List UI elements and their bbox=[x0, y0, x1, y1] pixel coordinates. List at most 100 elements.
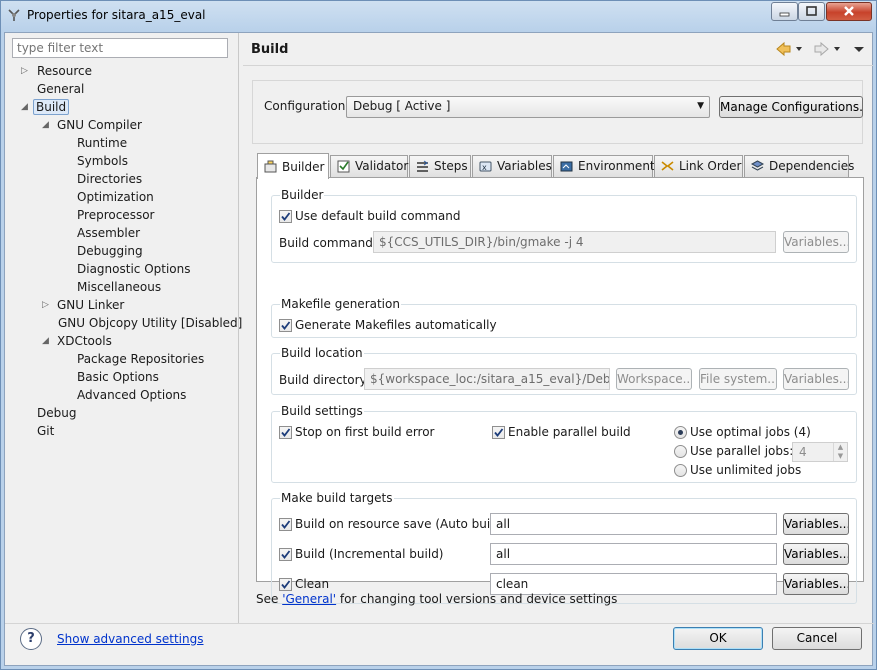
forward-arrow-icon[interactable] bbox=[813, 41, 843, 57]
view-menu-icon[interactable] bbox=[851, 41, 867, 57]
tree-item-advanced-options[interactable]: Advanced Options bbox=[75, 386, 188, 404]
parallel-jobs-spinner[interactable]: 4 ▲ ▼ bbox=[792, 442, 848, 462]
stop-on-first-error-checkbox[interactable] bbox=[279, 426, 292, 439]
show-advanced-settings-link[interactable]: Show advanced settings bbox=[57, 632, 204, 646]
tab-builder[interactable]: Builder bbox=[257, 153, 329, 179]
builder-panel: Builder Use default build command Build … bbox=[256, 177, 864, 604]
configuration-combo[interactable]: Debug [ Active ] ▼ bbox=[346, 96, 710, 118]
properties-window: Properties for sitara_a15_eval ▷Resource… bbox=[0, 0, 877, 670]
tree-item-general[interactable]: General bbox=[35, 80, 86, 98]
build-settings-group: Build settings Stop on first build error… bbox=[271, 404, 857, 483]
back-arrow-icon[interactable] bbox=[775, 41, 805, 57]
pane-splitter[interactable] bbox=[238, 33, 242, 623]
tree-item-directories[interactable]: Directories bbox=[75, 170, 144, 188]
general-link[interactable]: 'General' bbox=[282, 592, 336, 606]
tree-item-diagnostic-options[interactable]: Diagnostic Options bbox=[75, 260, 193, 278]
expand-arrow-icon[interactable]: ▷ bbox=[21, 62, 31, 80]
collapse-arrow-icon[interactable]: ◢ bbox=[21, 98, 31, 116]
auto-build-checkbox[interactable] bbox=[279, 518, 292, 531]
use-parallel-jobs-radio[interactable] bbox=[674, 445, 687, 458]
close-icon bbox=[844, 6, 854, 16]
file-system-button[interactable]: File system... bbox=[699, 368, 777, 390]
tree-item-build[interactable]: ◢ Build bbox=[21, 98, 70, 116]
tree-item-debugging[interactable]: Debugging bbox=[75, 242, 145, 260]
title-bar[interactable]: Properties for sitara_a15_eval bbox=[1, 1, 876, 31]
use-default-label: Use default build command bbox=[295, 209, 461, 223]
make-build-targets-group: Make build targets Build on resource sav… bbox=[271, 491, 857, 604]
tree-item-preprocessor[interactable]: Preprocessor bbox=[75, 206, 156, 224]
tab-variables[interactable]: x Variables bbox=[472, 155, 552, 177]
tree-item-basic-options[interactable]: Basic Options bbox=[75, 368, 161, 386]
group-title: Build settings bbox=[280, 404, 364, 418]
minimize-button[interactable] bbox=[771, 2, 798, 21]
header-separator bbox=[243, 65, 873, 66]
build-command-field[interactable]: ${CCS_UTILS_DIR}/bin/gmake -j 4 bbox=[373, 231, 776, 253]
validator-icon bbox=[337, 160, 350, 173]
variables-icon: x bbox=[479, 161, 492, 172]
generate-makefiles-checkbox[interactable] bbox=[279, 319, 292, 332]
footer-separator bbox=[5, 623, 874, 624]
use-unlimited-jobs-radio[interactable] bbox=[674, 464, 687, 477]
incremental-build-variables-button[interactable]: Variables... bbox=[783, 543, 849, 565]
filter-input[interactable] bbox=[12, 38, 228, 58]
tree-item-miscellaneous[interactable]: Miscellaneous bbox=[75, 278, 163, 296]
minimize-icon bbox=[779, 12, 790, 17]
tree-item-resource[interactable]: ▷ Resource bbox=[21, 62, 94, 80]
auto-build-variables-button[interactable]: Variables... bbox=[783, 513, 849, 535]
tab-environment[interactable]: Environment bbox=[553, 155, 655, 177]
stop-on-first-error-label: Stop on first build error bbox=[295, 425, 435, 439]
use-default-build-command-checkbox[interactable] bbox=[279, 210, 292, 223]
group-title: Build location bbox=[280, 346, 364, 360]
build-page: Build Configuration: Debug [ Active ] ▼ … bbox=[243, 33, 873, 623]
builder-group: Builder Use default build command Build … bbox=[271, 188, 857, 263]
ok-button[interactable]: OK bbox=[673, 627, 763, 650]
incremental-build-target-field[interactable]: all bbox=[490, 543, 777, 565]
auto-build-target-field[interactable]: all bbox=[490, 513, 777, 535]
incremental-build-checkbox[interactable] bbox=[279, 548, 292, 561]
checkmark-icon bbox=[281, 212, 291, 221]
spinner-arrows-icon[interactable]: ▲ ▼ bbox=[833, 443, 847, 461]
radio-dot bbox=[678, 430, 683, 435]
build-directory-field[interactable]: ${workspace_loc:/sitara_a15_eval}/Debug bbox=[364, 368, 610, 390]
workspace-button[interactable]: Workspace... bbox=[616, 368, 692, 390]
tree-item-optimization[interactable]: Optimization bbox=[75, 188, 156, 206]
use-optimal-jobs-label: Use optimal jobs (4) bbox=[690, 425, 811, 439]
tab-dependencies[interactable]: Dependencies bbox=[744, 155, 854, 177]
location-variables-button[interactable]: Variables... bbox=[783, 368, 849, 390]
tree-item-gnu-linker[interactable]: ▷ GNU Linker bbox=[42, 296, 126, 314]
tab-validator[interactable]: Validator bbox=[330, 155, 408, 177]
tree-item-xdctools[interactable]: ◢ XDCtools bbox=[42, 332, 114, 350]
cancel-button[interactable]: Cancel bbox=[772, 627, 862, 650]
builder-icon bbox=[264, 160, 277, 173]
maximize-button[interactable] bbox=[798, 2, 825, 21]
app-icon bbox=[8, 9, 20, 21]
tab-link-order[interactable]: Link Order bbox=[654, 155, 743, 177]
close-button[interactable] bbox=[826, 2, 872, 21]
tree-item-symbols[interactable]: Symbols bbox=[75, 152, 130, 170]
clean-variables-button[interactable]: Variables... bbox=[783, 573, 849, 595]
tree-item-runtime[interactable]: Runtime bbox=[75, 134, 129, 152]
tree-item-gnu-compiler[interactable]: ◢ GNU Compiler bbox=[42, 116, 144, 134]
tree-item-package-repositories[interactable]: Package Repositories bbox=[75, 350, 206, 368]
builder-variables-button[interactable]: Variables... bbox=[783, 231, 849, 253]
clean-checkbox[interactable] bbox=[279, 578, 292, 591]
manage-configurations-button[interactable]: Manage Configurations... bbox=[719, 96, 863, 118]
use-optimal-jobs-radio[interactable] bbox=[674, 426, 687, 439]
tree-item-assembler[interactable]: Assembler bbox=[75, 224, 142, 242]
tree-item-debug[interactable]: Debug bbox=[35, 404, 78, 422]
checkmark-icon bbox=[281, 550, 291, 559]
tree-item-gnu-objcopy[interactable]: GNU Objcopy Utility [Disabled] bbox=[56, 314, 244, 332]
enable-parallel-build-checkbox[interactable] bbox=[492, 426, 505, 439]
collapse-arrow-icon[interactable]: ◢ bbox=[42, 332, 52, 350]
generate-makefiles-label: Generate Makefiles automatically bbox=[295, 318, 497, 332]
help-icon[interactable]: ? bbox=[20, 628, 42, 650]
checkmark-icon bbox=[281, 580, 291, 589]
tab-steps[interactable]: Steps bbox=[409, 155, 471, 177]
group-title: Builder bbox=[280, 188, 325, 202]
window-title: Properties for sitara_a15_eval bbox=[27, 8, 206, 22]
collapse-arrow-icon[interactable]: ◢ bbox=[42, 116, 52, 134]
build-directory-label: Build directory: bbox=[279, 373, 370, 387]
auto-build-label: Build on resource save (Auto build) bbox=[295, 517, 506, 531]
tree-item-git[interactable]: Git bbox=[35, 422, 56, 440]
expand-arrow-icon[interactable]: ▷ bbox=[42, 296, 52, 314]
